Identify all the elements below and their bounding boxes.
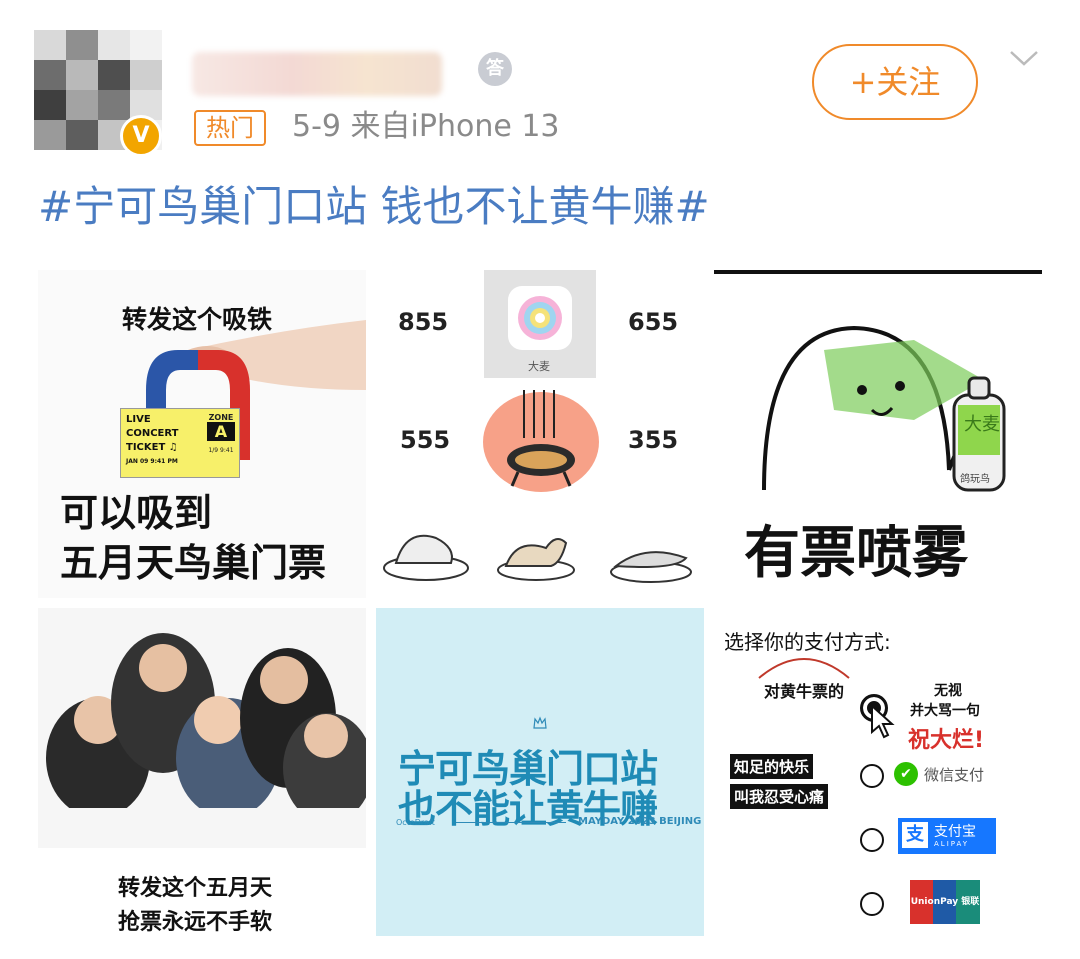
unionpay-logo: UnionPay 银联 (910, 880, 980, 924)
username-blurred[interactable] (192, 52, 442, 96)
follow-button[interactable]: +关注 (812, 44, 978, 120)
offerings-illustration (383, 534, 692, 583)
ticket-line-1: LIVE (126, 414, 151, 425)
post-meta: 5-9 来自iPhone 13 (292, 109, 560, 144)
image-price-grid[interactable]: 855 655 555 355 大麦 (376, 270, 704, 598)
crown-icon (533, 716, 547, 729)
poster-brand: OctoDraft (396, 818, 435, 827)
ticket-zone: ZONE (208, 413, 234, 422)
medal-icon: 答 (478, 52, 512, 86)
concert-ticket: LIVE CONCERT TICKET ♫ JAN 09 9:41 PM ZON… (120, 408, 240, 478)
verified-badge-icon: V (120, 115, 162, 157)
ticket-line-3: TICKET ♫ (126, 442, 178, 453)
bottle-sub: 鸽玩鸟 (960, 474, 990, 485)
ticket-side: 1/9 9:41 (208, 447, 234, 454)
price-355: 355 (628, 426, 679, 454)
image-ticket-spray[interactable]: 大麦 鸽玩鸟 有票喷雾 (714, 270, 1042, 598)
pay-sub: 对黄牛票的 (764, 682, 845, 701)
arc-mark-icon (758, 658, 850, 679)
alipay-logo: 支 支付宝 ALIPAY (898, 818, 996, 854)
topic-hashtag[interactable]: #宁可鸟巢门口站 钱也不让黄牛赚# (38, 178, 710, 236)
alipay-sub: ALIPAY (934, 840, 970, 848)
price-655: 655 (628, 308, 679, 336)
side-text-2: 叫我忍受心痛 (730, 784, 829, 809)
radio-wechat[interactable] (860, 764, 884, 788)
image-band-photo[interactable]: 转发这个五月天 抢票永远不手软 (38, 608, 366, 936)
hot-badge: 热门 (194, 110, 266, 146)
cursor-icon (871, 704, 895, 739)
opt1-c: 祝大烂! (908, 728, 985, 753)
c4-caption-2: 抢票永远不手软 (118, 910, 273, 935)
app-label: 大麦 (528, 360, 550, 373)
opt1-a: 无视 (934, 683, 962, 699)
ticket-zone-letter: A (207, 422, 235, 441)
c1-bottom-line-2: 五月天鸟巢门票 (60, 541, 327, 585)
poster-footer: MAYDAY 2023 BEIJING (578, 816, 702, 827)
side-text-1: 知足的快乐 (730, 754, 814, 779)
price-555: 555 (400, 426, 451, 454)
chevron-down-icon[interactable] (1008, 42, 1040, 74)
ticket-line-2: CONCERT (126, 428, 179, 439)
image-magnet-ticket[interactable]: 转发这个吸铁 LIVE CONCERT TICKET ♫ JAN 09 9:41… (38, 270, 366, 598)
incense-burner-icon (483, 390, 599, 492)
opt2-label: 微信支付 (924, 766, 985, 784)
wechat-pay-icon: ✔ (894, 762, 918, 786)
spray-meme-illustration (762, 325, 1006, 492)
ticket-line-4: JAN 09 9:41 PM (126, 458, 178, 465)
alipay-label: 支付宝 (934, 824, 976, 840)
band-photo-illustration (38, 608, 366, 848)
price-855: 855 (398, 308, 449, 336)
c4-caption-1: 转发这个五月天 (118, 876, 273, 901)
damai-app-icon: 大麦 (484, 270, 596, 378)
image-poster-text[interactable]: 宁可鸟巢门口站 也不能让黄牛赚 OctoDraft MAYDAY 2023 BE… (376, 608, 704, 936)
opt1-b: 并大骂一句 (910, 703, 980, 719)
radio-alipay[interactable] (860, 828, 884, 852)
bottle-label: 大麦 (964, 414, 1000, 435)
image-payment-meme[interactable]: 选择你的支付方式: 对黄牛票的 无视 并大骂一句 祝大烂! 知足的快乐 叫我忍受… (714, 608, 1042, 936)
radio-unionpay[interactable] (860, 892, 884, 916)
c3-caption: 有票喷雾 (744, 521, 968, 586)
c1-bottom-line-1: 可以吸到 (60, 491, 213, 535)
